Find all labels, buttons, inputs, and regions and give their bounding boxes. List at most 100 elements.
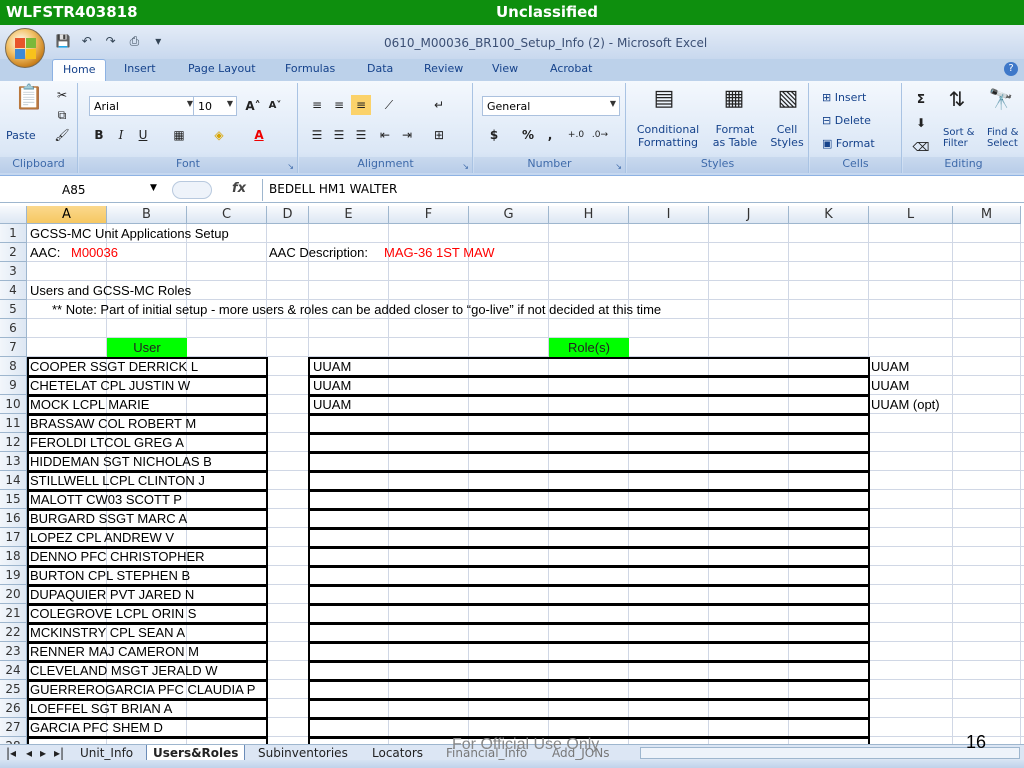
role-cell[interactable] [308, 642, 870, 662]
user-cell[interactable]: LOPEZ CPL ANDREW V [27, 528, 268, 548]
row-header[interactable]: 14 [0, 471, 27, 490]
font-color-icon[interactable]: A [249, 125, 269, 145]
currency-icon[interactable]: $ [484, 125, 504, 145]
format-painter-icon[interactable]: 🖌 [52, 125, 72, 145]
horizontal-scrollbar[interactable] [640, 747, 1020, 759]
cell-styles-button[interactable]: Cell Styles [765, 123, 809, 149]
role-cell[interactable]: UUAM [308, 395, 870, 415]
user-cell[interactable]: BURTON CPL STEPHEN B [27, 566, 268, 586]
sheet-tab-subinventories[interactable]: Subinventories [258, 745, 348, 761]
role-cell[interactable] [308, 718, 870, 738]
font-size-select[interactable]: 10 ▼ [193, 96, 237, 116]
user-cell[interactable]: CHETELAT CPL JUSTIN W [27, 376, 268, 396]
paste-icon[interactable]: 📋 [14, 85, 44, 123]
role-cell[interactable] [308, 471, 870, 491]
row-header[interactable]: 2 [0, 243, 27, 262]
copy-icon[interactable]: ⧉ [52, 105, 72, 125]
dialog-launcher-icon[interactable]: ↘ [287, 162, 294, 171]
paste-label[interactable]: Paste [6, 129, 36, 142]
role-cell[interactable] [308, 509, 870, 529]
autosum-icon[interactable]: Σ [911, 89, 931, 109]
next-sheet-icon[interactable]: ▸ [40, 745, 46, 761]
fill-icon[interactable]: ⬇ [911, 113, 931, 133]
user-cell[interactable]: GARCIA PFC SHEM D [27, 718, 268, 738]
row-header[interactable]: 24 [0, 661, 27, 680]
format-cells-button[interactable]: ▣ Format [822, 137, 875, 150]
user-cell[interactable]: HIDDEMAN SGT NICHOLAS B [27, 452, 268, 472]
row-header[interactable]: 18 [0, 547, 27, 566]
find-select-button[interactable]: Find & Select [987, 127, 1018, 149]
user-cell[interactable]: CLEVELAND MSGT JERALD W [27, 661, 268, 681]
role-cell[interactable]: UUAM [308, 357, 870, 377]
dialog-launcher-icon[interactable]: ↘ [615, 162, 622, 171]
user-cell[interactable]: DUPAQUIER PVT JARED N [27, 585, 268, 605]
column-header-f[interactable]: F [389, 206, 469, 224]
worksheet-grid[interactable]: A B C D E F G H I J K L M 1 2 3 4 5 6 7 8 9 10 11 12 13 14 15 16 17 18… [0, 206, 1024, 744]
user-cell[interactable] [27, 737, 268, 744]
column-header-d[interactable]: D [267, 206, 309, 224]
formula-bar-toggle[interactable] [172, 181, 212, 199]
select-all-corner[interactable] [0, 206, 27, 224]
row-header[interactable]: 16 [0, 509, 27, 528]
row-header[interactable]: 1 [0, 224, 27, 243]
user-cell[interactable]: BRASSAW COL ROBERT M [27, 414, 268, 434]
role-cell[interactable] [308, 414, 870, 434]
tab-data[interactable]: Data [367, 62, 393, 75]
prev-sheet-icon[interactable]: ◂ [26, 745, 32, 761]
font-name-select[interactable]: Arial ▼ [89, 96, 197, 116]
user-cell[interactable]: MOCK LCPL MARIE [27, 395, 268, 415]
user-cell[interactable]: COOPER SSGT DERRICK L [27, 357, 268, 377]
sort-filter-icon[interactable]: ⇅ [943, 89, 971, 117]
row-header[interactable]: 8 [0, 357, 27, 376]
tab-review[interactable]: Review [424, 62, 463, 75]
name-box[interactable]: A85 [2, 180, 170, 200]
align-right-icon[interactable]: ☰ [351, 125, 371, 145]
increase-indent-icon[interactable]: ⇥ [397, 125, 417, 145]
row-header[interactable]: 23 [0, 642, 27, 661]
column-header-a[interactable]: A [27, 206, 107, 224]
help-icon[interactable]: ? [1004, 62, 1018, 76]
user-cell[interactable]: MCKINSTRY CPL SEAN A [27, 623, 268, 643]
find-select-icon[interactable]: 🔭 [987, 89, 1015, 117]
align-middle-icon[interactable]: ≡ [329, 95, 349, 115]
tab-acrobat[interactable]: Acrobat [550, 62, 592, 75]
dialog-launcher-icon[interactable]: ↘ [462, 162, 469, 171]
row-header[interactable]: 5 [0, 300, 27, 319]
row-header[interactable]: 19 [0, 566, 27, 585]
role-cell[interactable] [308, 680, 870, 700]
role-cell[interactable] [308, 528, 870, 548]
align-left-icon[interactable]: ☰ [307, 125, 327, 145]
merge-center-icon[interactable]: ⊞ [429, 125, 449, 145]
first-sheet-icon[interactable]: |◂ [6, 745, 16, 761]
role-cell[interactable] [308, 699, 870, 719]
last-sheet-icon[interactable]: ▸| [54, 745, 64, 761]
role-cell[interactable]: UUAM [308, 376, 870, 396]
formula-input[interactable]: BEDELL HM1 WALTER [262, 179, 1024, 201]
customize-qat-icon[interactable]: ▾ [149, 34, 167, 48]
user-cell[interactable]: BURGARD SSGT MARC A [27, 509, 268, 529]
role-cell[interactable] [308, 566, 870, 586]
sort-filter-button[interactable]: Sort & Filter [943, 127, 974, 149]
role-cell[interactable] [308, 661, 870, 681]
fill-color-icon[interactable]: ◈ [209, 125, 229, 145]
role-cell[interactable] [308, 604, 870, 624]
borders-icon[interactable]: ▦ [169, 125, 189, 145]
row-header[interactable]: 10 [0, 395, 27, 414]
row-header[interactable]: 26 [0, 699, 27, 718]
office-button[interactable] [5, 28, 45, 68]
conditional-formatting-button[interactable]: Conditional Formatting [635, 123, 701, 149]
tab-view[interactable]: View [492, 62, 518, 75]
delete-cells-button[interactable]: ⊟ Delete [822, 114, 871, 127]
insert-cells-button[interactable]: ⊞ Insert [822, 91, 866, 104]
row-header[interactable]: 3 [0, 262, 27, 281]
row-header[interactable]: 25 [0, 680, 27, 699]
role-cell[interactable] [308, 433, 870, 453]
sheet-tab-locators[interactable]: Locators [372, 745, 423, 761]
print-preview-icon[interactable]: ⎙ [125, 34, 143, 49]
italic-icon[interactable]: I [111, 125, 131, 145]
column-header-k[interactable]: K [789, 206, 869, 224]
tab-home[interactable]: Home [52, 59, 107, 82]
shrink-font-icon[interactable]: A˅ [265, 96, 285, 116]
user-cell[interactable]: MALOTT CW03 SCOTT P [27, 490, 268, 510]
align-center-icon[interactable]: ☰ [329, 125, 349, 145]
